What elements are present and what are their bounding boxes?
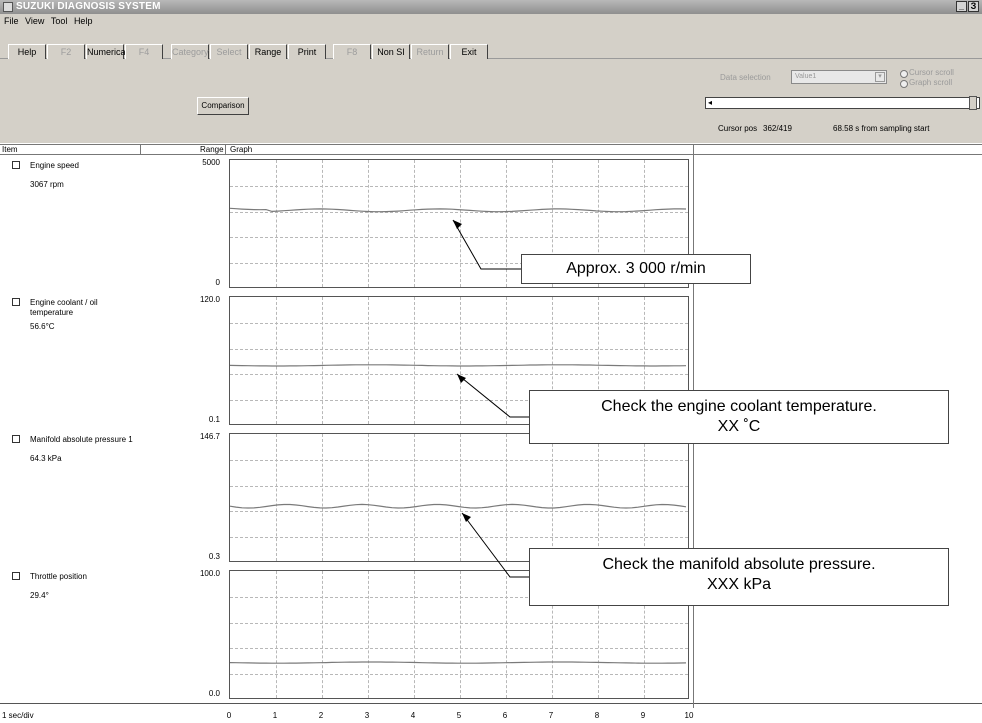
scroll-left-icon[interactable]: ◂ xyxy=(708,98,712,107)
cursor-pos-value: 362/419 xyxy=(763,124,792,133)
cursor-scrollbar[interactable]: ◂ xyxy=(705,96,980,110)
menu-help[interactable]: Help xyxy=(74,16,93,26)
chevron-down-icon: ▾ xyxy=(875,72,885,82)
signal-trace xyxy=(230,503,687,509)
time-axis: 1 sec/div 0 1 2 3 4 5 6 7 8 9 10 xyxy=(0,709,982,723)
graph-scroll-radio[interactable] xyxy=(900,80,908,88)
callout-text: Check the manifold absolute pressure. xyxy=(602,556,876,573)
range-min: 0 xyxy=(215,278,220,287)
range-max: 146.7 xyxy=(199,432,220,441)
signal-checkbox[interactable] xyxy=(12,298,20,306)
signal-value: 3067 rpm xyxy=(30,180,64,189)
time-tick: 7 xyxy=(548,711,554,720)
time-tick: 6 xyxy=(502,711,508,720)
signal-value: 64.3 kPa xyxy=(30,454,62,463)
signal-checkbox[interactable] xyxy=(12,161,20,169)
callout-box: Check the manifold absolute pressure. XXX… xyxy=(529,548,949,606)
graph-scroll-label: Graph scroll xyxy=(909,78,953,87)
time-tick: 4 xyxy=(410,711,416,720)
time-tick: 10 xyxy=(684,711,694,720)
callout-text: Check the engine coolant temperature. xyxy=(601,398,877,415)
signal-name: Engine speed xyxy=(30,161,79,170)
signal-name: Manifold absolute pressure 1 xyxy=(30,435,133,444)
time-tick: 0 xyxy=(226,711,232,720)
cursor-pos-label: Cursor pos xyxy=(718,124,758,133)
toolbar: Help F2 Numerical F4 Category Select Ran… xyxy=(0,28,982,61)
data-selection-dropdown[interactable]: Value1 ▾ xyxy=(791,70,887,84)
callout-box: Check the engine coolant temperature. XX … xyxy=(529,390,949,444)
signal-value: 29.4° xyxy=(30,591,49,600)
cursor-scroll-radio[interactable] xyxy=(900,70,908,78)
range-max: 100.0 xyxy=(199,569,220,578)
range-min: 0.3 xyxy=(208,552,220,561)
signal-row: Manifold absolute pressure 1 64.3 kPa 14… xyxy=(0,429,982,567)
scroll-thumb[interactable] xyxy=(969,96,977,110)
time-tick: 1 xyxy=(272,711,278,720)
time-scale-label: 1 sec/div xyxy=(2,711,34,720)
menu-file[interactable]: File xyxy=(4,16,19,26)
time-tick: 5 xyxy=(456,711,462,720)
range-min: 0.0 xyxy=(208,689,220,698)
callout-box: Approx. 3 000 r/min xyxy=(521,254,751,284)
data-selection-value: Value1 xyxy=(795,73,817,80)
signal-name: Throttle position xyxy=(30,572,87,581)
range-column-header: Range xyxy=(200,145,224,154)
menu-tool[interactable]: Tool xyxy=(51,16,68,26)
signal-name: Engine coolant / oil temperature xyxy=(30,298,98,317)
range-max: 5000 xyxy=(202,158,220,167)
window-title: SUZUKI DIAGNOSIS SYSTEM xyxy=(16,1,161,12)
menu-bar: File View Tool Help xyxy=(0,14,982,28)
time-tick: 9 xyxy=(640,711,646,720)
time-tick: 8 xyxy=(594,711,600,720)
signal-graph[interactable] xyxy=(229,433,689,562)
cursor-scroll-label: Cursor scroll xyxy=(909,68,954,77)
graph-column-header: Graph xyxy=(230,145,253,154)
item-column-header: Item xyxy=(2,145,18,154)
range-max: 120.0 xyxy=(199,295,220,304)
column-header: Item Range Graph xyxy=(0,144,982,155)
comparison-button[interactable]: Comparison xyxy=(197,97,249,115)
title-bar: SUZUKI DIAGNOSIS SYSTEM _ З xyxy=(0,0,982,14)
restore-button[interactable]: З xyxy=(968,1,979,12)
signal-value: 56.6°C xyxy=(30,322,55,331)
time-tick: 3 xyxy=(364,711,370,720)
time-tick: 2 xyxy=(318,711,324,720)
sampling-time: 68.58 s from sampling start xyxy=(833,124,930,133)
signal-row: Engine speed 3067 rpm 5000 0 xyxy=(0,155,982,293)
callout-text: XXX kPa xyxy=(706,576,772,593)
signal-checkbox[interactable] xyxy=(12,435,20,443)
range-min: 0.1 xyxy=(208,415,220,424)
menu-view[interactable]: View xyxy=(25,16,44,26)
data-selection-label: Data selection xyxy=(720,73,771,82)
minimize-button[interactable]: _ xyxy=(956,1,967,12)
callout-text: XX ˚C xyxy=(717,418,761,435)
signal-checkbox[interactable] xyxy=(12,572,20,580)
app-icon xyxy=(3,2,13,12)
callout-text: Approx. 3 000 r/min xyxy=(566,260,706,277)
